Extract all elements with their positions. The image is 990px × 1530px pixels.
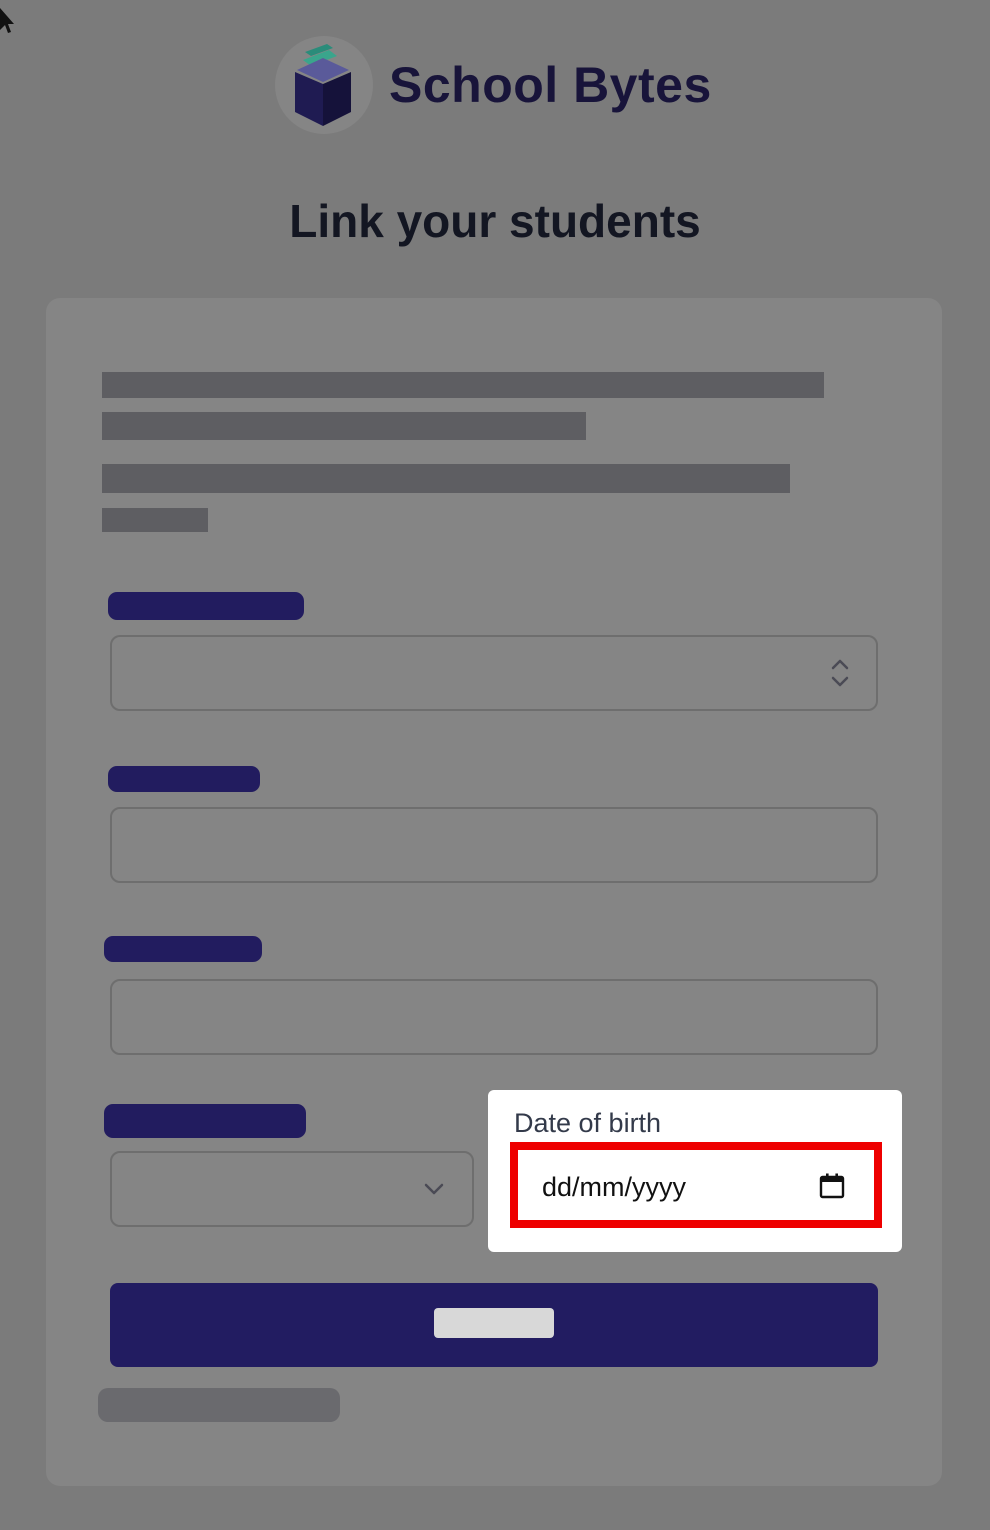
date-of-birth-field: Date of birth dd/mm/yyyy <box>488 1090 902 1252</box>
up-down-chevron-icon <box>831 659 849 687</box>
footer-link[interactable] <box>98 1388 340 1422</box>
submit-button[interactable] <box>110 1283 878 1367</box>
page: School Bytes Link your students Date of … <box>0 0 990 1530</box>
intro-text-line <box>102 412 586 440</box>
link-students-card <box>46 298 942 1486</box>
last-name-field-label <box>104 936 262 962</box>
intro-text-line <box>102 372 824 398</box>
brand-name: School Bytes <box>389 57 712 113</box>
school-select[interactable] <box>110 635 878 711</box>
date-of-birth-input[interactable]: dd/mm/yyyy <box>510 1142 882 1228</box>
date-of-birth-value[interactable]: dd/mm/yyyy <box>542 1172 686 1203</box>
year-select[interactable] <box>110 1151 474 1227</box>
submit-button-label <box>434 1308 554 1338</box>
logo-badge <box>275 36 373 134</box>
school-bytes-book-icon <box>295 44 351 126</box>
last-name-input[interactable] <box>110 979 878 1055</box>
date-of-birth-label: Date of birth <box>514 1108 662 1138</box>
intro-text-line <box>102 464 790 493</box>
school-field-label <box>108 592 304 620</box>
first-name-field-label <box>108 766 260 792</box>
page-title: Link your students <box>289 195 701 247</box>
first-name-input[interactable] <box>110 807 878 883</box>
year-field-label <box>104 1104 306 1138</box>
mouse-cursor-icon <box>0 8 14 33</box>
school-bytes-logo[interactable]: School Bytes <box>275 36 715 136</box>
intro-text-line <box>102 508 208 532</box>
chevron-down-icon <box>424 1183 444 1195</box>
calendar-icon[interactable] <box>818 1172 846 1200</box>
